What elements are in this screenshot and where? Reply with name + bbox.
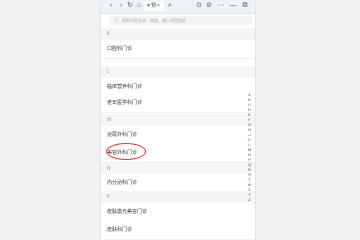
search-icon: ⌕ — [115, 17, 118, 23]
tab-active[interactable]: ▼ 预 × — [144, 1, 164, 11]
list-item[interactable]: 皮肤科门诊 — [101, 221, 255, 240]
close-icon[interactable]: × — [157, 1, 160, 11]
list-item[interactable]: 泌尿外科门诊 — [101, 126, 255, 145]
minimize-icon[interactable]: — — [228, 1, 238, 11]
title-bar: ‹ › ↻ ⌂ ▼ 预 × ⌕ ⊙ ⊘ ⋯ — ⧉ — [101, 0, 255, 14]
target-icon[interactable]: ⊙ — [194, 1, 204, 11]
section-header-l: L — [101, 66, 255, 78]
alphabet-index[interactable]: ABCDEFGHJKLMNPQRSTWXYZ — [246, 92, 253, 202]
restore-icon[interactable]: ⧉ — [240, 1, 250, 11]
list-item[interactable]: 口腔科门诊 — [101, 40, 255, 59]
section-header-k: K — [101, 28, 255, 40]
block-icon[interactable]: ⊘ — [204, 1, 214, 11]
section-header-m: M — [101, 114, 255, 126]
chevron-left-icon[interactable]: ‹ — [106, 1, 116, 11]
list-item[interactable]: 皮肤激光美容门诊 — [101, 203, 255, 222]
browser-window: ‹ › ↻ ⌂ ▼ 预 × ⌕ ⊙ ⊘ ⋯ — ⧉ ⌕ K 口腔科门诊 L 临床… — [101, 0, 255, 240]
alpha-index-z[interactable]: Z — [246, 197, 253, 202]
section-header-p: P — [101, 191, 255, 203]
search-input[interactable] — [122, 16, 248, 25]
search-bar-container: ⌕ — [101, 14, 255, 28]
list-item[interactable]: 老年医学科门诊 — [101, 94, 255, 113]
list-item-cosmetic-surgery[interactable]: 美容外科门诊 — [101, 144, 255, 163]
tab-label: 预 — [151, 3, 157, 9]
search-tab-icon[interactable]: ⌕ — [165, 1, 175, 11]
home-icon[interactable]: ⌂ — [134, 1, 144, 11]
search-bar[interactable]: ⌕ — [109, 16, 253, 25]
more-icon[interactable]: ⋯ — [216, 1, 226, 11]
